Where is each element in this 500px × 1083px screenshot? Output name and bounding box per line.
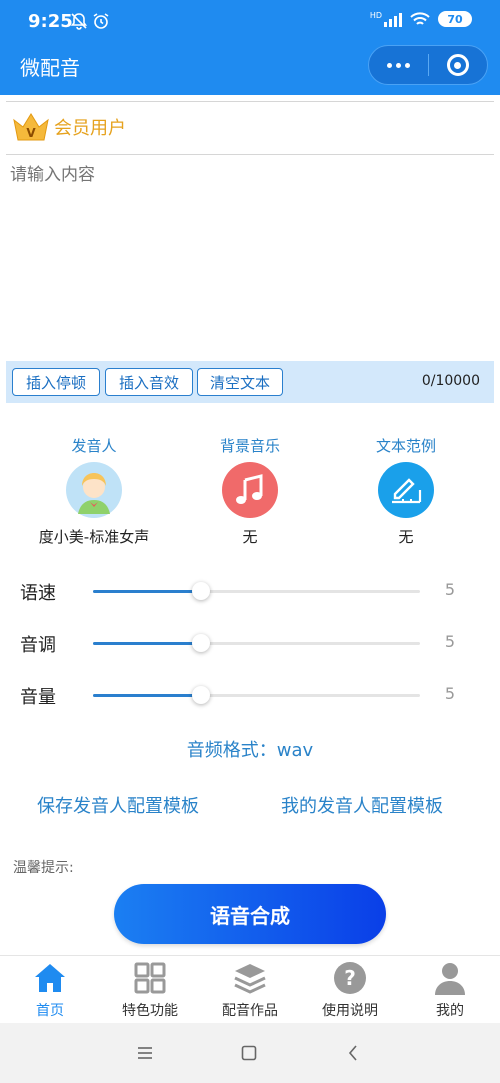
grid-icon [132, 960, 168, 996]
target-icon [446, 54, 469, 76]
network-label: HD [369, 11, 382, 20]
my-templates-link[interactable]: 我的发音人配置模板 [281, 792, 443, 818]
volume-label: 音量 [20, 687, 56, 708]
volume-value: 5 [444, 684, 456, 703]
tab-home[interactable]: 首页 [0, 960, 100, 1020]
volume-slider-fill [93, 694, 201, 697]
editor-toolbar: 插入停顿 插入音效 清空文本 0/10000 [6, 361, 494, 403]
system-nav-bar [0, 1023, 500, 1083]
tab-label: 我的 [436, 1003, 464, 1019]
member-row: V 会员用户 [12, 110, 126, 144]
speaker-value: 度小美-标准女声 [38, 528, 150, 546]
user-icon [432, 960, 468, 996]
sample-value: 无 [398, 528, 414, 546]
tab-label: 使用说明 [322, 1003, 378, 1019]
pitch-slider-thumb[interactable] [191, 634, 210, 652]
divider [6, 154, 494, 155]
insert-pause-button[interactable]: 插入停顿 [12, 368, 100, 396]
signal-icon: HD [370, 11, 402, 27]
sample-option[interactable]: 文本范例 无 [326, 434, 486, 547]
wifi-icon [410, 12, 430, 25]
pitch-slider-row: 音调 5 [0, 623, 500, 663]
home-nav-button[interactable] [234, 1039, 264, 1067]
bgm-title: 背景音乐 [219, 437, 280, 455]
top-bar: 9:25 HD 70 微配音 [0, 0, 500, 95]
sample-title: 文本范例 [375, 437, 436, 455]
more-button[interactable] [369, 46, 428, 84]
svg-text:?: ? [344, 966, 356, 990]
more-dots-icon [386, 62, 410, 68]
speed-slider[interactable] [93, 582, 420, 600]
speaker-title: 发音人 [71, 437, 117, 455]
tab-bar: 首页 特色功能 配音作品 ? 使用说明 我的 [0, 955, 500, 1023]
alarm-icon [93, 13, 109, 29]
crown-icon: V [13, 113, 49, 141]
clear-text-button[interactable]: 清空文本 [197, 368, 283, 396]
mute-bell-icon [70, 13, 88, 30]
tab-features[interactable]: 特色功能 [100, 960, 200, 1020]
speaker-avatar-icon [66, 462, 122, 518]
audio-format[interactable]: 音频格式：wav [0, 736, 500, 762]
pitch-slider-fill [93, 642, 201, 645]
insert-effect-button[interactable]: 插入音效 [105, 368, 193, 396]
pitch-slider[interactable] [93, 634, 420, 652]
divider [6, 101, 494, 102]
back-arrow-icon [348, 1045, 357, 1061]
crown-badge-text: V [26, 126, 36, 140]
bgm-value: 无 [242, 528, 258, 546]
tab-mine[interactable]: 我的 [400, 960, 500, 1020]
volume-slider[interactable] [93, 686, 420, 704]
volume-slider-thumb[interactable] [191, 686, 210, 704]
status-time: 9:25 [28, 11, 73, 32]
save-template-link[interactable]: 保存发音人配置模板 [37, 792, 199, 818]
speed-label: 语速 [20, 583, 56, 604]
speaker-option[interactable]: 发音人 度小美-标准女声 [14, 434, 174, 547]
speed-value: 5 [444, 580, 456, 599]
bgm-option[interactable]: 背景音乐 无 [170, 434, 330, 547]
mini-program-capsule [368, 45, 488, 85]
member-label: 会员用户 [54, 118, 126, 139]
tab-works[interactable]: 配音作品 [200, 960, 300, 1020]
content-input[interactable] [6, 156, 494, 358]
char-counter: 0/10000 [421, 373, 480, 389]
menu-icon [138, 1047, 152, 1059]
pitch-value: 5 [444, 632, 456, 651]
status-bar: 9:25 HD 70 [0, 0, 500, 40]
synthesize-button[interactable]: 语音合成 [114, 884, 386, 944]
pitch-label: 音调 [20, 635, 56, 656]
edit-text-icon [378, 462, 434, 518]
tip-text: 温馨提示: [13, 860, 74, 876]
speed-slider-fill [93, 590, 201, 593]
back-nav-button[interactable] [338, 1039, 368, 1067]
home-icon [32, 960, 68, 996]
battery-icon: 70 [438, 11, 472, 27]
close-target-button[interactable] [428, 46, 487, 84]
tab-label: 配音作品 [222, 1003, 278, 1019]
tab-label: 特色功能 [122, 1003, 178, 1019]
status-right: HD 70 [370, 11, 472, 27]
speed-slider-row: 语速 5 [0, 571, 500, 611]
tab-help[interactable]: ? 使用说明 [300, 960, 400, 1020]
square-icon [241, 1045, 257, 1061]
tab-label: 首页 [36, 1003, 64, 1019]
music-note-icon [222, 462, 278, 518]
help-icon: ? [332, 960, 368, 996]
volume-slider-row: 音量 5 [0, 675, 500, 715]
speed-slider-thumb[interactable] [191, 582, 210, 600]
menu-nav-button[interactable] [130, 1039, 160, 1067]
page-title: 微配音 [20, 56, 80, 80]
layers-icon [232, 960, 268, 996]
